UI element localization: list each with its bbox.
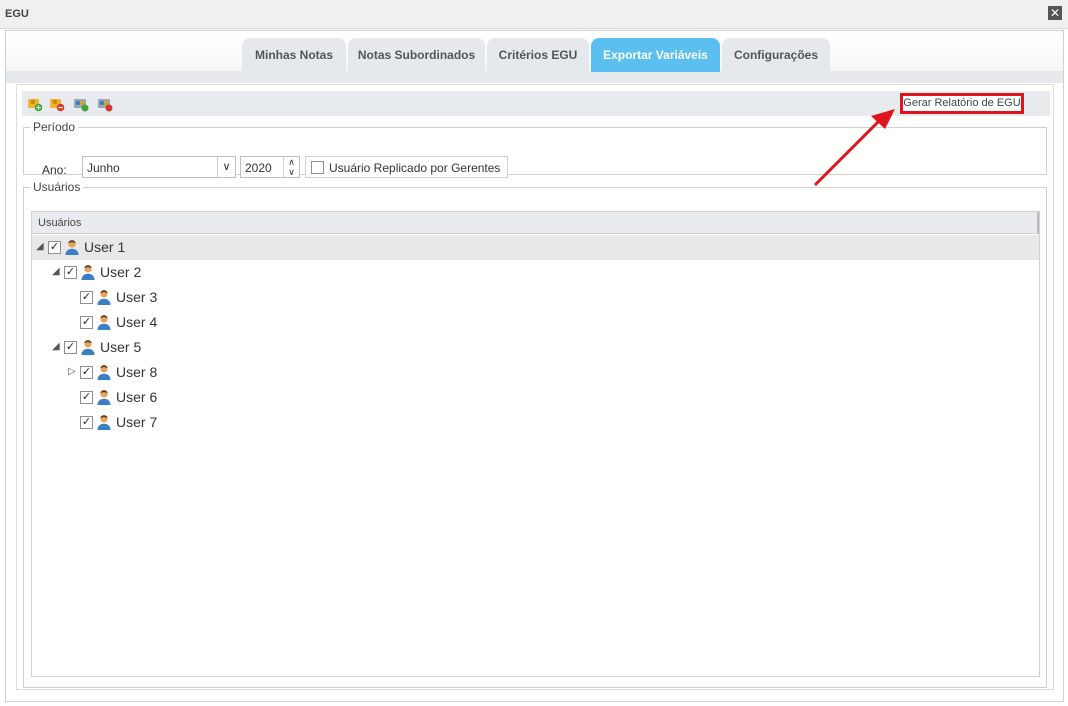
tab-minhas-notas[interactable]: Minhas Notas xyxy=(242,38,346,72)
chevron-down-icon[interactable]: ∨ xyxy=(284,167,299,177)
period-legend: Período xyxy=(33,120,76,134)
tree-row-label: User 1 xyxy=(84,239,126,255)
tree-row[interactable]: ◢ ✓ User 2 xyxy=(32,260,1039,285)
column-resize-handle[interactable] xyxy=(1037,212,1039,234)
tree-row[interactable]: ✓ User 6 xyxy=(32,385,1039,410)
user-icon xyxy=(96,289,112,305)
tree-expander-icon[interactable]: ◢ xyxy=(52,266,60,277)
generate-report-button[interactable]: Gerar Relatório de EGU xyxy=(900,93,1024,114)
tree-row-checkbox[interactable]: ✓ xyxy=(80,366,93,379)
tree-row-label: User 5 xyxy=(100,339,142,355)
users-group: Usuários Usuários ◢ ✓ User 1 ◢ ✓ User 2 ✓ User … xyxy=(23,180,1047,688)
close-icon[interactable]: ✕ xyxy=(1048,6,1062,20)
month-value: Junho xyxy=(87,161,120,175)
tree-row-label: User 3 xyxy=(116,289,158,305)
user-icon xyxy=(80,339,96,355)
year-value: 2020 xyxy=(245,161,272,175)
tree-row[interactable]: ◢ ✓ User 5 xyxy=(32,335,1039,360)
tree-row[interactable]: ✓ User 7 xyxy=(32,410,1039,435)
tree-column-header-label: Usuários xyxy=(38,217,82,229)
remove-user-icon[interactable] xyxy=(49,96,65,112)
tree-expander-icon[interactable]: ◢ xyxy=(52,341,60,352)
users-tree: Usuários ◢ ✓ User 1 ◢ ✓ User 2 ✓ User 3 ✓ User 4 ◢… xyxy=(31,211,1040,677)
tab-criterios-egu[interactable]: Critérios EGU xyxy=(487,38,589,72)
tab-notas-subordinados[interactable]: Notas Subordinados xyxy=(348,38,485,72)
tree-expander-icon[interactable]: ▷ xyxy=(68,366,76,377)
tree-row[interactable]: ✓ User 3 xyxy=(32,285,1039,310)
period-group: Período Ano: Junho ∨ 2020 ∧ ∨ Usuário Re… xyxy=(23,120,1047,178)
tab-content: Gerar Relatório de EGU Período Ano: Junh… xyxy=(16,84,1054,690)
tree-row-checkbox[interactable]: ✓ xyxy=(80,416,93,429)
window-title: EGU xyxy=(5,8,29,20)
chevron-up-icon[interactable]: ∧ xyxy=(284,157,299,167)
ano-label: Ano: xyxy=(42,163,67,177)
users-legend: Usuários xyxy=(33,180,81,194)
tab-strip-base xyxy=(6,71,1063,83)
replicated-label: Usuário Replicado por Gerentes xyxy=(329,161,501,175)
year-spinner: ∧ ∨ xyxy=(283,157,299,177)
replicated-option: Usuário Replicado por Gerentes xyxy=(305,156,508,178)
tree-row-checkbox[interactable]: ✓ xyxy=(64,341,77,354)
tree-row-checkbox[interactable]: ✓ xyxy=(80,391,93,404)
tree-row-checkbox[interactable]: ✓ xyxy=(80,291,93,304)
tree-row-checkbox[interactable]: ✓ xyxy=(64,266,77,279)
year-stepper[interactable]: 2020 ∧ ∨ xyxy=(240,156,300,178)
tree-expander-icon[interactable]: ◢ xyxy=(36,241,44,252)
main-frame: Minhas Notas Notas Subordinados Critério… xyxy=(5,30,1064,702)
window-titlebar: EGU ✕ xyxy=(0,0,1068,29)
user-icon xyxy=(80,264,96,280)
import-users-icon[interactable] xyxy=(73,96,89,112)
tree-column-header[interactable]: Usuários xyxy=(32,212,1039,234)
chevron-down-icon[interactable]: ∨ xyxy=(217,157,235,177)
tree-row[interactable]: ✓ User 4 xyxy=(32,310,1039,335)
tree-row-label: User 2 xyxy=(100,264,142,280)
delete-users-icon[interactable] xyxy=(97,96,113,112)
user-icon xyxy=(96,364,112,380)
tree-row[interactable]: ▷ ✓ User 8 xyxy=(32,360,1039,385)
tab-configuracoes[interactable]: Configurações xyxy=(722,38,830,72)
tree-row-label: User 6 xyxy=(116,389,158,405)
tree-row-label: User 4 xyxy=(116,314,158,330)
tab-exportar-variaveis[interactable]: Exportar Variáveis xyxy=(591,38,720,72)
tree-row[interactable]: ◢ ✓ User 1 xyxy=(32,235,1039,260)
month-select[interactable]: Junho ∨ xyxy=(82,156,236,178)
tree-row-checkbox[interactable]: ✓ xyxy=(48,241,61,254)
user-icon xyxy=(96,314,112,330)
tree-row-checkbox[interactable]: ✓ xyxy=(80,316,93,329)
tree-row-label: User 7 xyxy=(116,414,158,430)
toolbar: Gerar Relatório de EGU xyxy=(22,91,1050,116)
add-user-icon[interactable] xyxy=(27,96,43,112)
user-icon xyxy=(64,239,80,255)
tree-row-label: User 8 xyxy=(116,364,158,380)
user-icon xyxy=(96,414,112,430)
replicated-checkbox[interactable] xyxy=(311,161,324,174)
user-icon xyxy=(96,389,112,405)
